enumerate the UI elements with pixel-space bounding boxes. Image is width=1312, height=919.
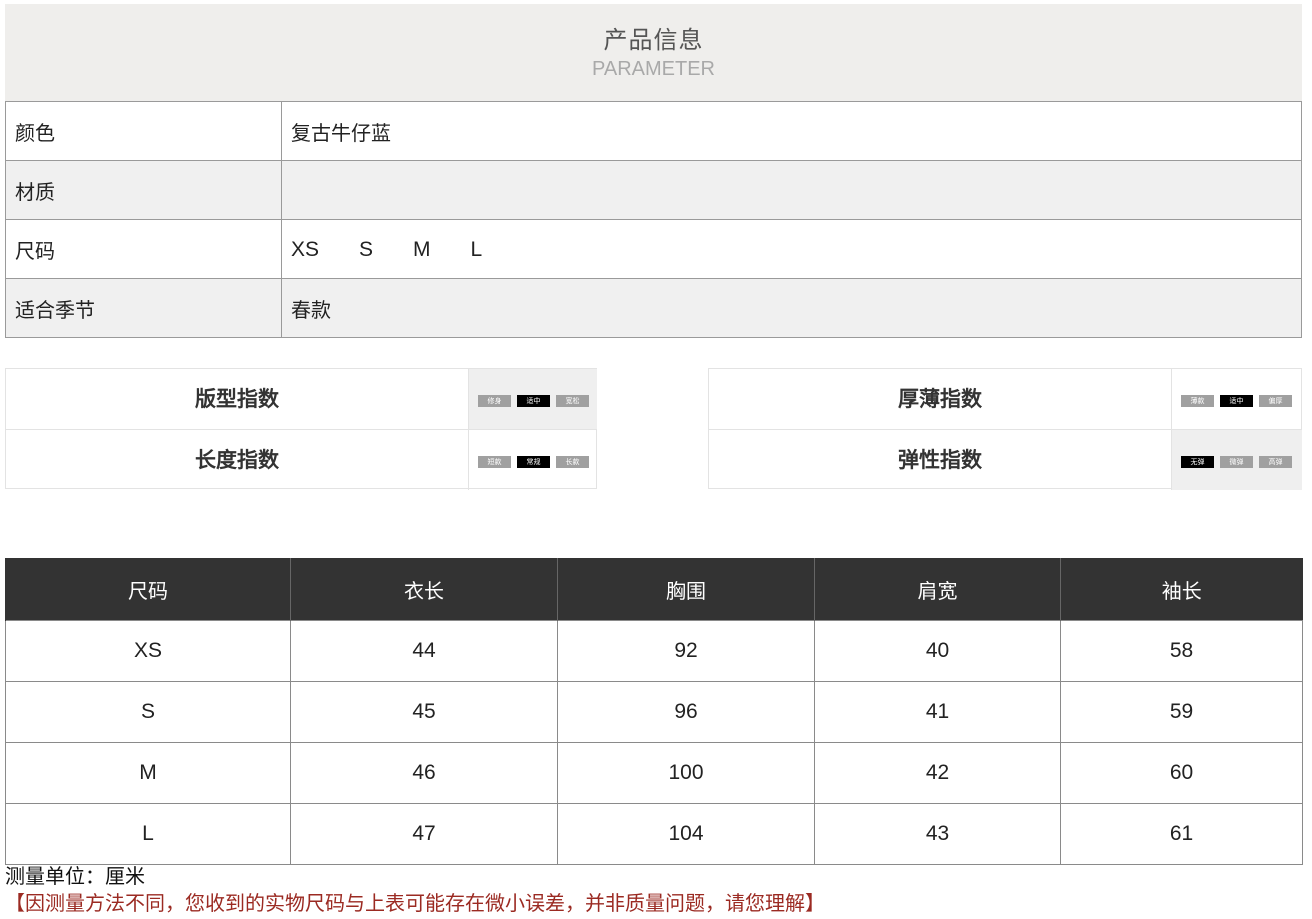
info-value: 复古牛仔蓝 <box>281 101 1302 161</box>
info-row-color: 颜色 复古牛仔蓝 <box>5 101 1302 161</box>
index-label: 版型指数 <box>195 387 279 411</box>
table-cell: 46 <box>290 742 558 804</box>
index-row-thickness: 厚薄指数 薄款 适中 偏厚 <box>709 369 1301 429</box>
table-cell: 104 <box>557 803 815 865</box>
column-header: 肩宽 <box>814 558 1061 621</box>
index-chip: 短款 <box>478 456 511 468</box>
table-cell: 61 <box>1060 803 1303 865</box>
index-block-right: 厚薄指数 薄款 适中 偏厚 弹性指数 无弹 微弹 高弹 <box>708 368 1302 490</box>
index-label: 厚薄指数 <box>898 387 982 411</box>
index-chip: 高弹 <box>1259 456 1292 468</box>
info-label: 尺码 <box>5 219 282 279</box>
index-scale: 薄款 适中 偏厚 <box>1171 369 1302 429</box>
info-value-sizes: XS S M L <box>281 219 1302 279</box>
table-cell: 96 <box>557 681 815 743</box>
table-row: S 45 96 41 59 <box>5 681 1303 743</box>
column-header: 胸围 <box>557 558 815 621</box>
measurement-unit: 测量单位：厘米 <box>5 864 145 888</box>
table-cell: 42 <box>814 742 1061 804</box>
index-label: 长度指数 <box>195 448 279 472</box>
index-chip: 长款 <box>556 456 589 468</box>
index-chip: 宽松 <box>556 395 589 407</box>
table-cell: 40 <box>814 620 1061 682</box>
table-cell: S <box>5 681 291 743</box>
index-chip-selected: 适中 <box>517 395 550 407</box>
index-scale: 短款 常规 长款 <box>468 430 597 490</box>
size-option: XS <box>291 237 320 261</box>
index-chip: 修身 <box>478 395 511 407</box>
product-info-table: 颜色 复古牛仔蓝 材质 尺码 XS S M L 适合季节 春款 <box>5 101 1302 338</box>
table-cell: M <box>5 742 291 804</box>
index-block-left: 版型指数 修身 适中 宽松 长度指数 短款 常规 长款 <box>5 368 597 490</box>
table-cell: 41 <box>814 681 1061 743</box>
table-row: M 46 100 42 60 <box>5 742 1303 804</box>
index-chip: 偏厚 <box>1259 395 1292 407</box>
info-row-size: 尺码 XS S M L <box>5 219 1302 279</box>
table-cell: XS <box>5 620 291 682</box>
index-scale: 无弹 微弹 高弹 <box>1171 430 1302 490</box>
index-chip-selected: 常规 <box>517 456 550 468</box>
table-cell: 59 <box>1060 681 1303 743</box>
table-cell: 92 <box>557 620 815 682</box>
info-row-material: 材质 <box>5 160 1302 220</box>
size-chart-table: 尺码 衣长 胸围 肩宽 袖长 XS 44 92 40 58 S 45 96 41… <box>5 558 1303 865</box>
table-cell: L <box>5 803 291 865</box>
table-cell: 60 <box>1060 742 1303 804</box>
size-chart-header-row: 尺码 衣长 胸围 肩宽 袖长 <box>5 558 1303 621</box>
index-chip: 微弹 <box>1220 456 1253 468</box>
table-cell: 58 <box>1060 620 1303 682</box>
header-title-en: PARAMETER <box>592 58 715 80</box>
product-info-header: 产品信息 PARAMETER <box>5 4 1302 101</box>
index-chip: 薄款 <box>1181 395 1214 407</box>
measurement-note: 【因测量方法不同，您收到的实物尺码与上表可能存在微小误差，并非质量问题，请您理解… <box>5 891 825 915</box>
table-cell: 43 <box>814 803 1061 865</box>
index-scale: 修身 适中 宽松 <box>468 369 597 429</box>
table-cell: 100 <box>557 742 815 804</box>
index-row-elasticity: 弹性指数 无弹 微弹 高弹 <box>709 429 1302 490</box>
table-cell: 45 <box>290 681 558 743</box>
index-row-fit: 版型指数 修身 适中 宽松 <box>6 369 597 429</box>
table-row: L 47 104 43 61 <box>5 803 1303 865</box>
table-cell: 47 <box>290 803 558 865</box>
column-header: 衣长 <box>290 558 558 621</box>
size-option: M <box>413 237 431 261</box>
column-header: 袖长 <box>1060 558 1303 621</box>
table-cell: 44 <box>290 620 558 682</box>
index-chip-selected: 适中 <box>1220 395 1253 407</box>
size-option: L <box>470 237 483 261</box>
index-label: 弹性指数 <box>898 448 982 472</box>
info-value: 春款 <box>281 278 1302 338</box>
column-header: 尺码 <box>5 558 291 621</box>
info-label: 材质 <box>5 160 282 220</box>
header-title-cn: 产品信息 <box>603 26 704 54</box>
index-chip-selected: 无弹 <box>1181 456 1214 468</box>
size-option: S <box>359 237 374 261</box>
info-label: 颜色 <box>5 101 282 161</box>
index-row-length: 长度指数 短款 常规 长款 <box>6 429 596 490</box>
info-label: 适合季节 <box>5 278 282 338</box>
info-row-season: 适合季节 春款 <box>5 278 1302 338</box>
info-value <box>281 160 1302 220</box>
table-row: XS 44 92 40 58 <box>5 620 1303 682</box>
